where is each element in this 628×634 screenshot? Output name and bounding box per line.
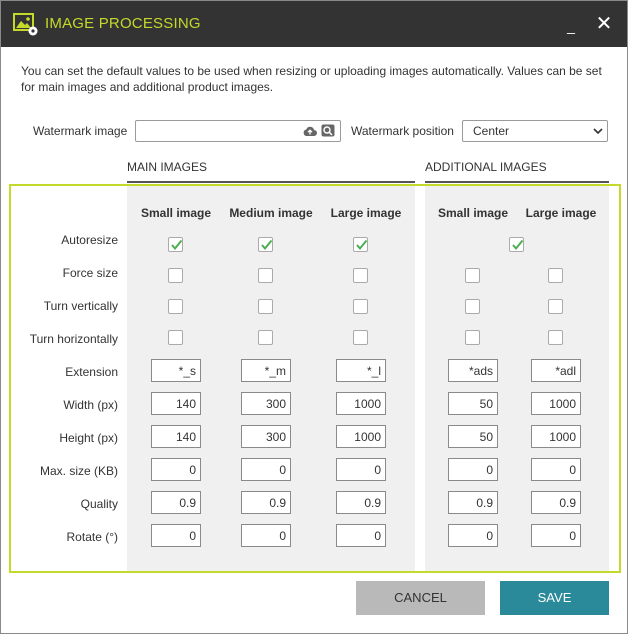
row-label-extension: Extension [65, 365, 118, 379]
row-label-quality: Quality [80, 497, 118, 511]
row-label-autoresize: Autoresize [61, 233, 118, 247]
image-settings-icon [13, 13, 38, 36]
turn-horizontally-checkbox-main-small[interactable] [168, 330, 183, 345]
max-size-input-main-small[interactable] [151, 458, 201, 481]
force-size-checkbox-main-medium[interactable] [258, 268, 273, 283]
turn-vertically-checkbox-additional-small[interactable] [465, 299, 480, 314]
width-input-main-small[interactable] [151, 392, 201, 415]
quality-input-main-medium[interactable] [241, 491, 291, 514]
width-input-main-medium[interactable] [241, 392, 291, 415]
autoresize-checkbox-additional[interactable] [509, 237, 524, 252]
additional-images-divider [425, 181, 609, 183]
autoresize-checkbox-main-small[interactable] [168, 237, 183, 252]
quality-input-additional-large[interactable] [531, 491, 581, 514]
column-header-main-large: Large image [330, 206, 402, 220]
height-input-additional-small[interactable] [448, 425, 498, 448]
row-label-turn-horizontally: Turn horizontally [29, 332, 118, 346]
quality-input-main-large[interactable] [336, 491, 386, 514]
minimize-button[interactable]: _ [560, 13, 582, 35]
checkmark-icon [356, 239, 368, 251]
close-button[interactable]: ✕ [593, 13, 615, 35]
height-input-main-large[interactable] [336, 425, 386, 448]
checkmark-icon [171, 239, 183, 251]
browse-image-icon[interactable] [321, 124, 335, 137]
max-size-input-additional-small[interactable] [448, 458, 498, 481]
width-input-additional-large[interactable] [531, 392, 581, 415]
column-header-additional-large: Large image [525, 206, 597, 220]
column-header-additional-small: Small image [437, 206, 509, 220]
extension-input-additional-small[interactable] [448, 359, 498, 382]
height-input-additional-large[interactable] [531, 425, 581, 448]
rotate-input-additional-small[interactable] [448, 524, 498, 547]
column-header-main-small: Small image [140, 206, 212, 220]
rotate-input-main-large[interactable] [336, 524, 386, 547]
extension-input-additional-large[interactable] [531, 359, 581, 382]
max-size-input-main-large[interactable] [336, 458, 386, 481]
turn-vertically-checkbox-additional-large[interactable] [548, 299, 563, 314]
width-input-main-large[interactable] [336, 392, 386, 415]
watermark-image-label: Watermark image [33, 124, 128, 138]
force-size-checkbox-additional-small[interactable] [465, 268, 480, 283]
watermark-position-value: Center [473, 124, 510, 138]
cloud-upload-icon[interactable] [303, 125, 317, 137]
row-label-max-size: Max. size (KB) [39, 464, 118, 478]
row-label-width: Width (px) [63, 398, 118, 412]
save-button[interactable]: SAVE [500, 581, 609, 615]
rotate-input-additional-large[interactable] [531, 524, 581, 547]
main-images-heading: MAIN IMAGES [127, 160, 208, 174]
extension-input-main-large[interactable] [336, 359, 386, 382]
max-size-input-additional-large[interactable] [531, 458, 581, 481]
window-title: IMAGE PROCESSING [45, 15, 201, 32]
row-label-rotate: Rotate (°) [66, 530, 118, 544]
turn-horizontally-checkbox-additional-large[interactable] [548, 330, 563, 345]
additional-images-heading: ADDITIONAL IMAGES [425, 160, 547, 174]
chevron-down-icon [593, 128, 603, 135]
row-label-height: Height (px) [59, 431, 118, 445]
autoresize-checkbox-main-large[interactable] [353, 237, 368, 252]
max-size-input-main-medium[interactable] [241, 458, 291, 481]
checkmark-icon [512, 239, 524, 251]
watermark-position-label: Watermark position [351, 124, 454, 138]
main-images-divider [127, 181, 415, 183]
width-input-additional-small[interactable] [448, 392, 498, 415]
turn-horizontally-checkbox-main-large[interactable] [353, 330, 368, 345]
checkmark-icon [261, 239, 273, 251]
image-processing-dialog: IMAGE PROCESSING _ ✕ You can set the def… [0, 0, 628, 634]
turn-horizontally-checkbox-additional-small[interactable] [465, 330, 480, 345]
rotate-input-main-small[interactable] [151, 524, 201, 547]
autoresize-checkbox-main-medium[interactable] [258, 237, 273, 252]
quality-input-main-small[interactable] [151, 491, 201, 514]
turn-vertically-checkbox-main-large[interactable] [353, 299, 368, 314]
rotate-input-main-medium[interactable] [241, 524, 291, 547]
height-input-main-medium[interactable] [241, 425, 291, 448]
description-text: You can set the default values to be use… [21, 64, 602, 94]
force-size-checkbox-main-small[interactable] [168, 268, 183, 283]
turn-vertically-checkbox-main-small[interactable] [168, 299, 183, 314]
extension-input-main-medium[interactable] [241, 359, 291, 382]
force-size-checkbox-main-large[interactable] [353, 268, 368, 283]
extension-input-main-small[interactable] [151, 359, 201, 382]
turn-horizontally-checkbox-main-medium[interactable] [258, 330, 273, 345]
row-label-turn-vertically: Turn vertically [43, 299, 118, 313]
column-header-main-medium: Medium image [229, 206, 313, 220]
row-label-force-size: Force size [62, 266, 118, 280]
turn-vertically-checkbox-main-medium[interactable] [258, 299, 273, 314]
cancel-button[interactable]: CANCEL [356, 581, 485, 615]
height-input-main-small[interactable] [151, 425, 201, 448]
force-size-checkbox-additional-large[interactable] [548, 268, 563, 283]
title-bar: IMAGE PROCESSING _ ✕ [1, 1, 627, 47]
watermark-position-select[interactable]: Center [462, 120, 608, 142]
quality-input-additional-small[interactable] [448, 491, 498, 514]
